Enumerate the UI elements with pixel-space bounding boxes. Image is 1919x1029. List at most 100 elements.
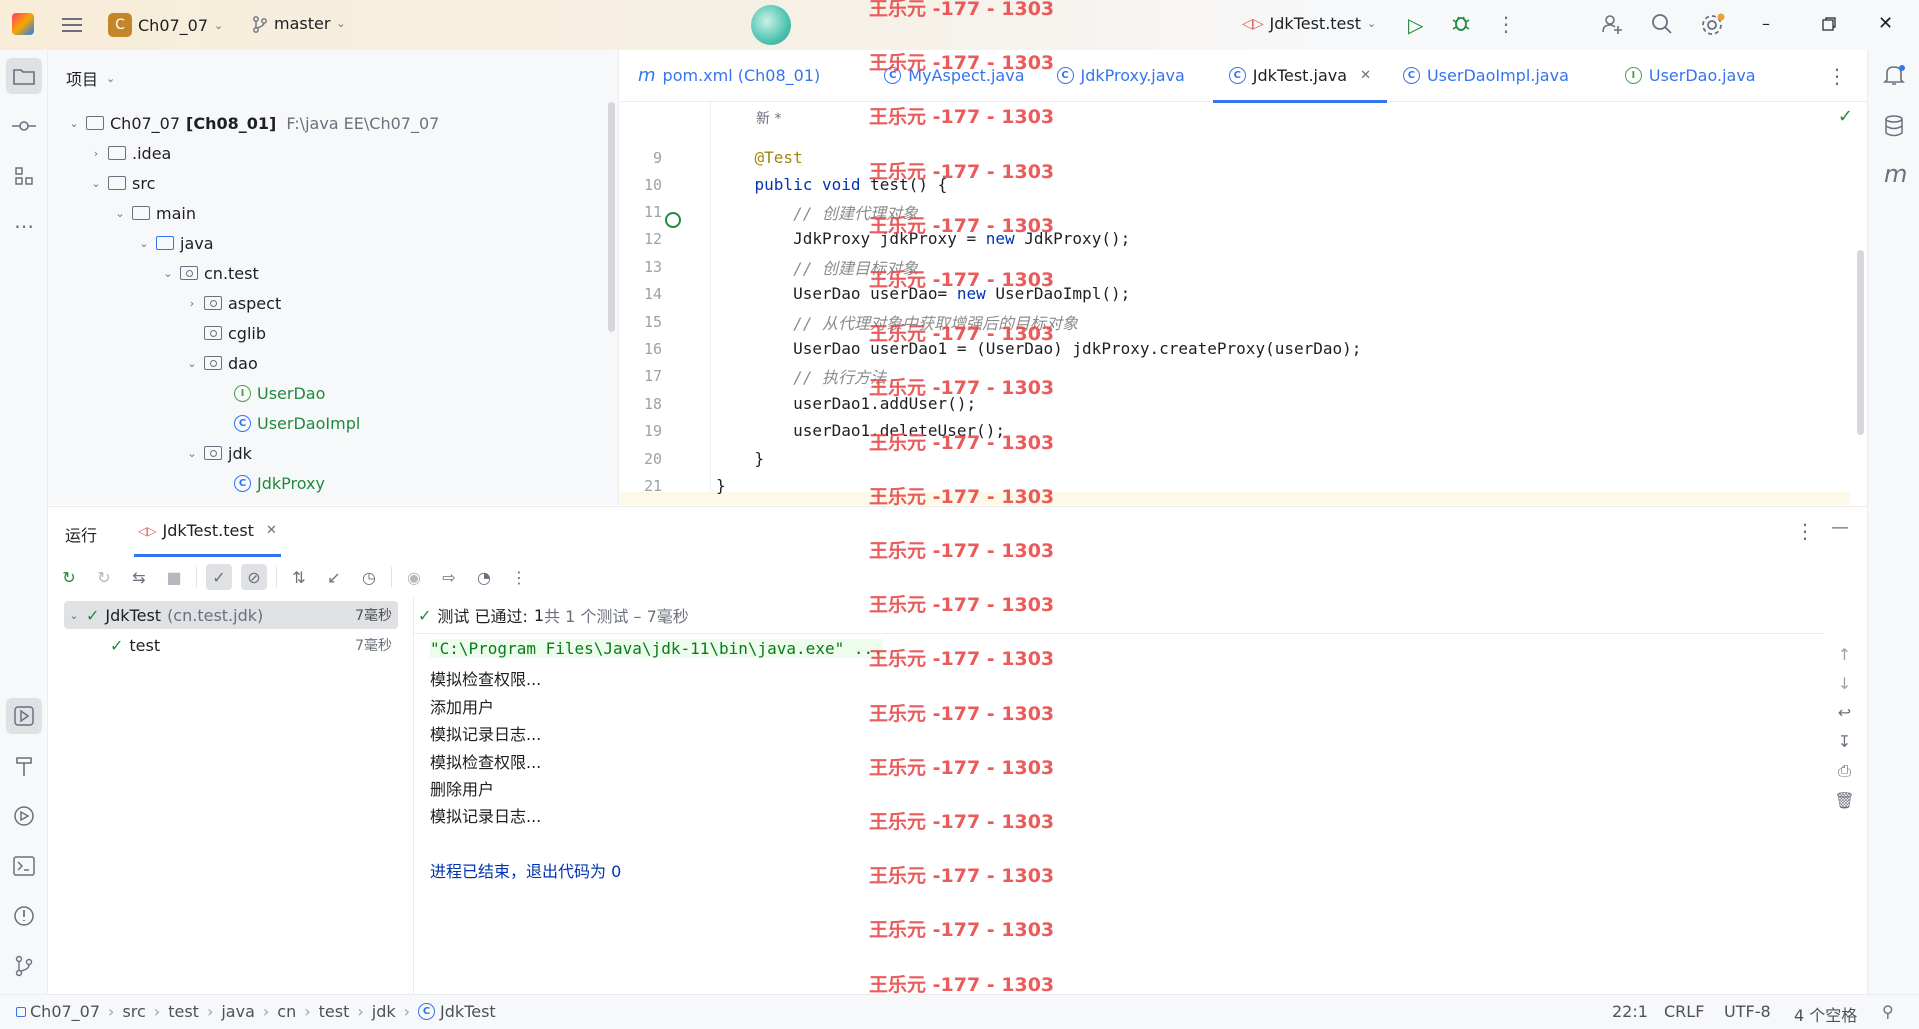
trash-icon[interactable]: 🗑 — [1834, 791, 1854, 810]
tree-item-cn-test[interactable]: ⌄ cn.test — [162, 258, 258, 288]
tree-item-idea[interactable]: › .idea — [90, 138, 172, 168]
project-switcher[interactable]: C Ch07_07 ⌄ — [108, 13, 223, 37]
code-line[interactable]: 22 — [620, 500, 1850, 506]
lock-icon[interactable]: ⚲ — [1882, 1002, 1894, 1021]
code-line[interactable]: 10 public void test() { — [620, 171, 1850, 198]
notifications-icon[interactable] — [1881, 62, 1907, 88]
chevron-down-icon[interactable]: ⌄ — [162, 267, 174, 280]
code-line[interactable]: 19 userDao1.deleteUser(); — [620, 417, 1850, 444]
tree-item-cglib[interactable]: cglib — [186, 318, 266, 348]
services-tool-button[interactable] — [6, 798, 42, 834]
run-config-selector[interactable]: ◁▷ JdkTest.test ⌄ — [1242, 14, 1376, 33]
chevron-down-icon[interactable]: ⌄ — [114, 207, 126, 220]
code-area[interactable]: 新 * 9 @Test 10 public void test() {11 // … — [620, 102, 1850, 505]
run-icon[interactable]: ▷ — [1408, 13, 1423, 37]
breadcrumb-item[interactable]: src — [122, 1002, 145, 1021]
code-line[interactable]: 13 // 创建目标对象 — [620, 253, 1850, 280]
code-line[interactable]: 17 // 执行方法 — [620, 362, 1850, 389]
close-window-icon[interactable]: ✕ — [1878, 13, 1893, 34]
structure-tool-button[interactable] — [6, 158, 42, 194]
code-line[interactable]: 14 UserDao userDao= new UserDaoImpl(); — [620, 280, 1850, 307]
import-icon[interactable]: ⇨ — [436, 564, 462, 590]
indent-setting[interactable]: 4 个空格 — [1794, 1002, 1857, 1026]
rerun-failed-icon[interactable]: ↻ — [91, 564, 117, 590]
scroll-up-icon[interactable]: ↑ — [1838, 645, 1851, 664]
tree-item-src[interactable]: ⌄ src — [90, 168, 155, 198]
search-icon[interactable] — [1650, 12, 1674, 36]
history-icon[interactable]: ◷ — [356, 564, 382, 590]
code-vision-hint[interactable]: 新 * — [756, 108, 781, 128]
debug-icon[interactable] — [1450, 12, 1472, 34]
tab-userdaoimpl[interactable]: C UserDaoImpl.java — [1387, 50, 1585, 102]
tab-pom-xml[interactable]: m pom.xml (Ch08_01) — [620, 50, 836, 102]
breadcrumb-item[interactable]: Ch07_07 — [30, 1002, 100, 1021]
restore-icon[interactable] — [1822, 17, 1836, 31]
run-test-gutter-icon[interactable] — [665, 212, 681, 228]
rerun-icon[interactable]: ↻ — [56, 564, 82, 590]
breadcrumb-item[interactable]: jdk — [372, 1002, 396, 1021]
minimize-icon[interactable]: – — [1762, 14, 1770, 33]
editor-scrollbar[interactable] — [1857, 250, 1864, 435]
more-options-icon[interactable]: ⋮ — [1795, 519, 1815, 543]
tree-item-jdkproxy[interactable]: C JdkProxy — [234, 468, 325, 498]
project-tool-button[interactable] — [6, 58, 42, 94]
ai-assistant-icon[interactable] — [751, 5, 791, 45]
tab-jdkproxy[interactable]: C JdkProxy.java — [1041, 50, 1201, 102]
coverage-icon[interactable]: ◔ — [471, 564, 497, 590]
build-tool-button[interactable] — [6, 748, 42, 784]
terminal-tool-button[interactable] — [6, 848, 42, 884]
chevron-right-icon[interactable]: › — [90, 147, 102, 160]
code-line[interactable]: 18 userDao1.addUser(); — [620, 390, 1850, 417]
project-scrollbar[interactable] — [608, 102, 615, 332]
collapse-all-icon[interactable]: ↙ — [321, 564, 347, 590]
breadcrumb-item[interactable]: test — [168, 1002, 199, 1021]
scroll-to-end-icon[interactable]: ↧ — [1838, 732, 1851, 751]
chevron-down-icon[interactable]: ⌄ — [68, 609, 80, 622]
tree-item-jdk[interactable]: ⌄ jdk — [186, 438, 251, 468]
code-line[interactable]: 11 // 创建代理对象 — [620, 198, 1850, 225]
chevron-down-icon[interactable]: ⌄ — [68, 117, 80, 130]
tabs-more-icon[interactable]: ⋮ — [1827, 64, 1847, 88]
tree-item-aspect[interactable]: › aspect — [186, 288, 281, 318]
database-icon[interactable] — [1883, 114, 1905, 138]
more-actions-icon[interactable]: ⋮ — [1496, 12, 1516, 36]
problems-tool-button[interactable] — [6, 898, 42, 934]
breadcrumb-item[interactable]: JdkTest — [440, 1002, 496, 1021]
console-output[interactable]: "C:\Program Files\Java\jdk-11\bin\java.e… — [414, 633, 1824, 995]
scroll-down-icon[interactable]: ↓ — [1838, 674, 1851, 693]
chevron-down-icon[interactable]: ⌄ — [138, 237, 150, 250]
settings-icon[interactable] — [1700, 12, 1726, 38]
show-passed-icon[interactable]: ✓ — [206, 564, 232, 590]
code-line[interactable]: 16 UserDao userDao1 = (UserDao) jdkProxy… — [620, 335, 1850, 362]
code-line[interactable]: 21} — [620, 472, 1850, 499]
maven-icon[interactable]: m — [1884, 160, 1907, 188]
close-tab-icon[interactable]: ✕ — [266, 523, 277, 538]
code-line[interactable]: 20 } — [620, 445, 1850, 472]
branch-switcher[interactable]: master ⌄ — [252, 14, 346, 33]
main-menu-icon[interactable] — [60, 14, 84, 36]
soft-wrap-icon[interactable]: ↩ — [1838, 703, 1851, 722]
tree-item-root[interactable]: ⌄ Ch07_07 [Ch08_01] F:\java EE\Ch07_07 — [68, 108, 439, 138]
close-tab-icon[interactable]: ✕ — [1360, 68, 1371, 83]
more-tools-button[interactable]: ⋯ — [6, 208, 42, 244]
run-tool-button[interactable] — [6, 698, 42, 734]
chevron-right-icon[interactable]: › — [186, 297, 198, 310]
chevron-down-icon[interactable]: ⌄ — [90, 177, 102, 190]
breadcrumb-item[interactable]: java — [221, 1002, 255, 1021]
hide-panel-icon[interactable]: — — [1831, 517, 1849, 538]
tree-item-userdaoimpl[interactable]: C UserDaoImpl — [234, 408, 360, 438]
app-logo-icon[interactable] — [12, 13, 34, 35]
code-line[interactable]: 15 // 从代理对象中获取增强后的目标对象 — [620, 308, 1850, 335]
line-ending[interactable]: CRLF — [1664, 1002, 1704, 1021]
git-tool-button[interactable] — [6, 948, 42, 984]
caret-position[interactable]: 22:1 — [1612, 1002, 1648, 1021]
tree-item-java[interactable]: ⌄ java — [138, 228, 213, 258]
print-icon[interactable]: ⎙ — [1838, 761, 1851, 781]
run-config-tab[interactable]: ◁▷ JdkTest.test ✕ — [134, 507, 281, 557]
file-encoding[interactable]: UTF-8 — [1724, 1002, 1771, 1021]
code-line[interactable]: 9 @Test — [620, 144, 1850, 171]
tab-userdao[interactable]: I UserDao.java — [1609, 50, 1772, 102]
tree-item-dao[interactable]: ⌄ dao — [186, 348, 257, 378]
test-suite-row[interactable]: ⌄ ✓ JdkTest (cn.test.jdk) 7毫秒 — [64, 601, 398, 629]
tree-item-userdao[interactable]: I UserDao — [234, 378, 325, 408]
